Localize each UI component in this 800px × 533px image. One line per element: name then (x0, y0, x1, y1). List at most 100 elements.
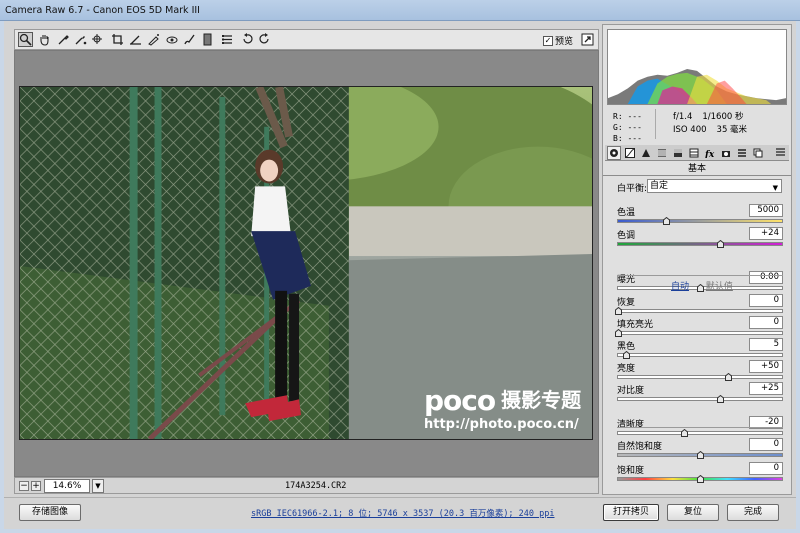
white-balance-select[interactable]: 自定 ▼ (647, 179, 782, 193)
histogram (607, 29, 787, 105)
detail-icon (642, 149, 650, 157)
default-link[interactable]: 默认值 (706, 282, 733, 292)
bottom-bar: 存储图像 sRGB IEC61966-2.1; 8 位; 5746 x 3537… (4, 497, 796, 529)
white-balance-icon[interactable] (56, 32, 71, 47)
slider-label: 对比度 (617, 386, 645, 396)
snapshots-icon (753, 148, 763, 158)
slider-value-field[interactable]: +25 (749, 382, 783, 395)
lens-icon (689, 148, 699, 158)
title-bar: Camera Raw 6.7 - Canon EOS 5D Mark III (0, 0, 800, 21)
slider-thumb[interactable] (697, 451, 704, 459)
slider-thumb[interactable] (680, 429, 688, 437)
done-button[interactable]: 完成 (727, 504, 779, 521)
zoom-dropdown-button[interactable]: ▼ (92, 479, 104, 493)
slider-value-field[interactable]: 0 (749, 462, 783, 475)
preferences-icon[interactable] (220, 32, 235, 47)
slider-track[interactable] (617, 451, 783, 459)
slider-value-field[interactable]: 5000 (749, 204, 783, 217)
slider-value-field[interactable]: 0 (749, 294, 783, 307)
chevron-down-icon: ▼ (772, 184, 778, 192)
slider-label: 亮度 (617, 364, 636, 374)
camera-icon (722, 151, 730, 157)
info-divider (655, 109, 656, 139)
adjustment-panel: R: --- G: --- B: --- f/1.4 1/1600 秒 ISO 4… (602, 24, 792, 495)
spot-removal-icon[interactable] (146, 32, 161, 47)
reset-button[interactable]: 复位 (667, 504, 719, 521)
slider-thumb[interactable] (716, 240, 724, 248)
slider-label: 色调 (617, 231, 636, 241)
slider-track[interactable] (617, 351, 783, 359)
slider-value-field[interactable]: 5 (749, 338, 783, 351)
crop-icon[interactable] (110, 32, 125, 47)
panel-tabs: fx (605, 145, 789, 161)
slider-track[interactable] (617, 395, 783, 403)
slider-track[interactable] (615, 329, 783, 337)
rotate-left-icon[interactable] (240, 32, 255, 47)
tab-snapshots[interactable] (751, 146, 765, 160)
slider-thumb[interactable] (623, 351, 631, 359)
fullscreen-icon[interactable] (580, 32, 595, 47)
red-eye-icon[interactable] (164, 32, 179, 47)
toolbar: ✓ 预览 (14, 29, 599, 50)
preview-label: 预览 (555, 37, 574, 47)
slider-value-field[interactable]: +50 (749, 360, 783, 373)
slider-value-field[interactable]: 0 (749, 316, 783, 329)
tab-effects[interactable]: fx (703, 146, 717, 160)
straighten-icon[interactable] (128, 32, 143, 47)
panel-menu-icon[interactable] (775, 147, 786, 158)
slider-track[interactable] (615, 307, 783, 315)
tab-presets[interactable] (735, 146, 749, 160)
slider-thumb[interactable] (724, 373, 732, 381)
file-name: 174A3254.CR2 (285, 481, 347, 491)
tab-lens-corrections[interactable] (687, 146, 701, 160)
preview-checkbox[interactable]: ✓ (543, 35, 553, 46)
slider-track[interactable] (617, 217, 783, 225)
slider-value-field[interactable]: +24 (749, 227, 783, 240)
rotate-right-icon[interactable] (257, 32, 272, 47)
camera-raw-dialog: ✓ 预览 poco 摄影专题 http://photo.poco.cn/ − +… (4, 21, 796, 529)
color-sampler-icon[interactable] (73, 32, 88, 47)
target-adjust-icon[interactable] (90, 32, 105, 47)
tab-detail[interactable] (639, 146, 653, 160)
auto-link[interactable]: 自动 (671, 282, 689, 292)
preview-toggle[interactable]: ✓ 预览 (543, 34, 573, 47)
slider-track[interactable] (617, 475, 783, 483)
slider-thumb[interactable] (615, 329, 622, 337)
slider-thumb[interactable] (615, 307, 622, 315)
slider-thumb[interactable] (716, 395, 724, 403)
image-preview-area[interactable]: poco 摄影专题 http://photo.poco.cn/ (14, 50, 599, 477)
adjustment-brush-icon[interactable] (182, 32, 197, 47)
exif-info: f/1.4 1/1600 秒 ISO 400 35 毫米 (673, 111, 747, 137)
tab-basic[interactable] (607, 146, 621, 160)
svg-text:fx: fx (705, 150, 715, 158)
photo-preview[interactable]: poco 摄影专题 http://photo.poco.cn/ (19, 86, 593, 440)
focal-length-value: 35 毫米 (716, 125, 748, 135)
watermark: poco 摄影专题 http://photo.poco.cn/ (424, 384, 581, 433)
save-image-button[interactable]: 存储图像 (19, 504, 81, 521)
tab-hsl[interactable] (655, 146, 669, 160)
zoom-level-field[interactable]: 14.6% (44, 479, 90, 493)
zoom-icon[interactable] (18, 32, 33, 47)
zoom-in-button[interactable]: + (31, 481, 41, 491)
slider-value-field[interactable]: 0.00 (749, 271, 783, 284)
open-copy-button[interactable]: 打开拷贝 (603, 504, 659, 521)
workflow-options-link[interactable]: sRGB IEC61966-2.1; 8 位; 5746 x 3537 (20.… (251, 507, 555, 519)
slider-label: 饱和度 (617, 466, 645, 476)
slider-thumb[interactable] (697, 475, 704, 483)
tab-split-toning[interactable] (671, 146, 685, 160)
tab-tone-curve[interactable] (623, 146, 637, 160)
slider-track[interactable] (617, 240, 783, 248)
zoom-bar: − + 14.6% ▼ 174A3254.CR2 (14, 477, 599, 494)
section-title: 基本 (603, 161, 791, 176)
slider-track[interactable] (617, 429, 783, 437)
slider-thumb[interactable] (662, 217, 670, 225)
watermark-logo: poco (424, 384, 496, 417)
tab-camera-calibration[interactable] (719, 146, 733, 160)
slider-value-field[interactable]: 0 (749, 438, 783, 451)
graduated-filter-icon[interactable] (200, 32, 215, 47)
histogram-graph (608, 30, 786, 104)
zoom-out-button[interactable]: − (19, 481, 29, 491)
hand-icon[interactable] (37, 32, 52, 47)
slider-track[interactable] (617, 373, 783, 381)
watermark-url: http://photo.poco.cn/ (424, 417, 579, 432)
